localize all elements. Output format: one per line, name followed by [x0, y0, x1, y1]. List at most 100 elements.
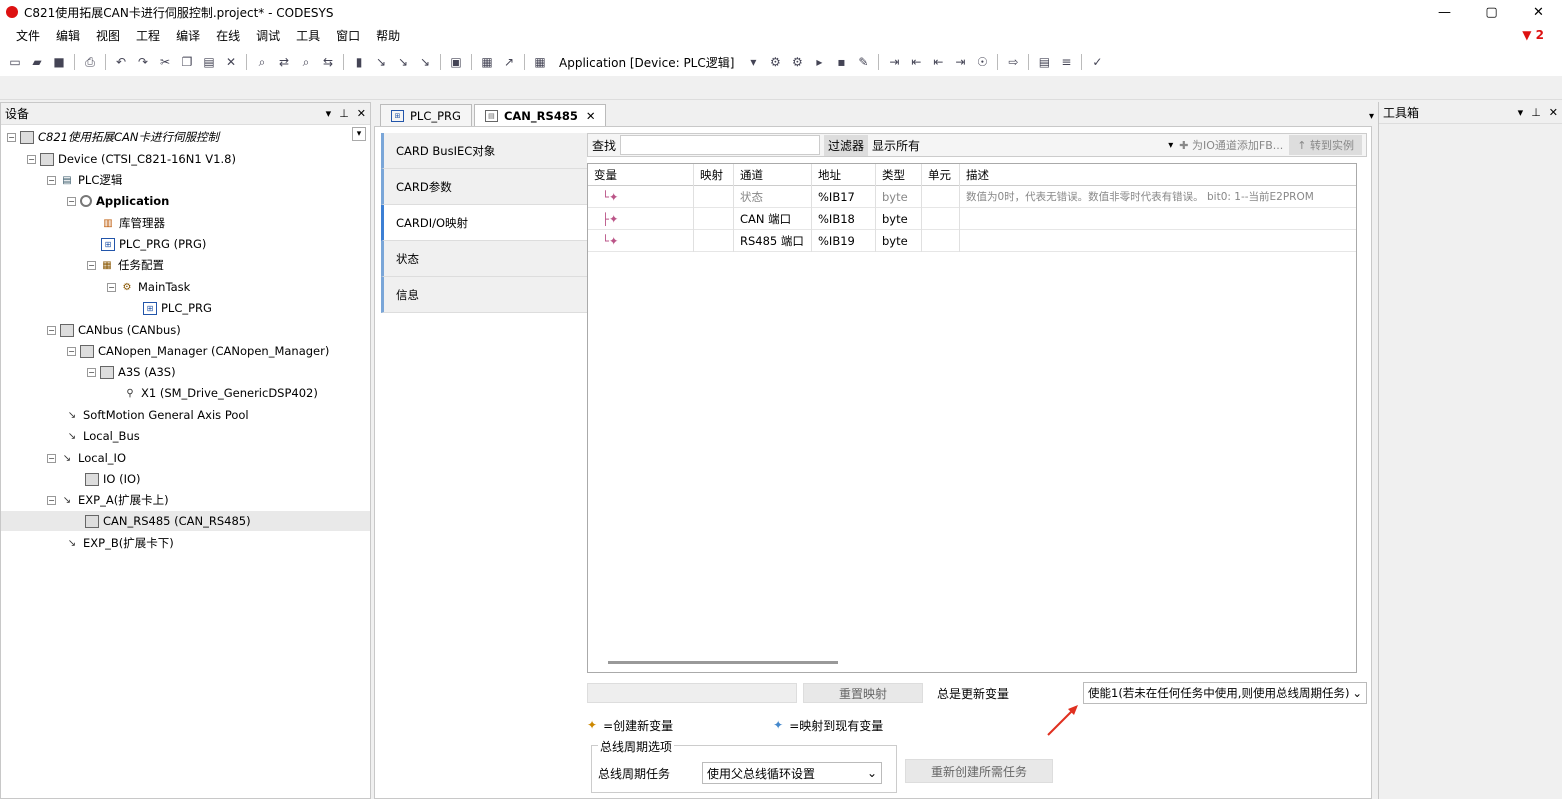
- build-icon[interactable]: ▦: [531, 54, 549, 70]
- tree-item-exp-b[interactable]: ↘ EXP_B(扩展卡下): [65, 533, 174, 553]
- window-icon[interactable]: ▣: [447, 54, 465, 70]
- tab-info[interactable]: 信息: [381, 277, 587, 313]
- col-address[interactable]: 地址: [812, 163, 876, 186]
- export-icon[interactable]: ↗: [500, 54, 518, 70]
- logout-icon[interactable]: ⚙: [788, 54, 806, 70]
- table-row[interactable]: └✦ RS485 端口 %IB19 byte: [588, 229, 1356, 252]
- pin-icon[interactable]: ⊥: [339, 107, 349, 120]
- close-icon[interactable]: ✕: [586, 109, 596, 123]
- delete-icon[interactable]: ✕: [222, 54, 240, 70]
- tree-item-plc-prg[interactable]: ⊞ PLC_PRG (PRG): [101, 234, 206, 254]
- cut-icon[interactable]: ✂: [156, 54, 174, 70]
- chevron-down-icon[interactable]: ▾: [744, 54, 762, 70]
- tree-item-x1[interactable]: ⚲ X1 (SM_Drive_GenericDSP402): [123, 383, 318, 403]
- col-channel[interactable]: 通道: [734, 163, 812, 186]
- run-to-cursor-icon[interactable]: ⇥: [951, 54, 969, 70]
- tab-list-chevron-icon[interactable]: ▾: [1369, 111, 1374, 122]
- tab-can-rs485[interactable]: ▤ CAN_RS485 ✕: [473, 104, 607, 126]
- stop-icon[interactable]: ▪: [832, 54, 850, 70]
- tree-item-device[interactable]: − Device (CTSI_C821-16N1 V1.8): [27, 149, 236, 169]
- breakpoint-icon[interactable]: ☉: [973, 54, 991, 70]
- close-icon[interactable]: ✕: [1549, 106, 1558, 119]
- undo-icon[interactable]: ↶: [112, 54, 130, 70]
- start-icon[interactable]: ▸: [810, 54, 828, 70]
- tree-item-plc-logic[interactable]: − ▤ PLC逻辑: [47, 170, 122, 190]
- tree-item-local-io[interactable]: − ↘ Local_IO: [47, 448, 126, 468]
- copy-icon[interactable]: ❐: [178, 54, 196, 70]
- table-row[interactable]: └✦ 状态 %IB17 byte 数值为0时，代表无错误。数值非零时代表有错误。…: [588, 185, 1356, 208]
- tree-item-can-rs485[interactable]: CAN_RS485 (CAN_RS485): [1, 511, 370, 531]
- menu-build[interactable]: 编译: [168, 24, 208, 48]
- bookmark-next-icon[interactable]: ↘: [372, 54, 390, 70]
- close-icon[interactable]: ✕: [357, 107, 366, 120]
- reset-icon[interactable]: ✎: [854, 54, 872, 70]
- find-icon[interactable]: ⌕: [253, 54, 271, 70]
- filter-select[interactable]: 显示所有: [868, 137, 1118, 154]
- col-description[interactable]: 描述: [960, 164, 1356, 186]
- new-icon[interactable]: ▭: [6, 54, 24, 70]
- write-values-icon[interactable]: ≡: [1057, 54, 1075, 70]
- tab-plc-prg[interactable]: ⊞ PLC_PRG: [380, 104, 472, 126]
- tree-item-softmotion-pool[interactable]: ↘ SoftMotion General Axis Pool: [65, 405, 249, 425]
- maximize-button[interactable]: ▢: [1468, 0, 1515, 24]
- panel-menu-chevron-icon[interactable]: ▾: [326, 107, 332, 120]
- menu-view[interactable]: 视图: [88, 24, 128, 48]
- paste-icon[interactable]: ▤: [200, 54, 218, 70]
- replace-icon[interactable]: ⇆: [319, 54, 337, 70]
- always-update-select[interactable]: 使能1(若未在任何任务中使用,则使用总线周期任务) ⌄: [1083, 682, 1367, 704]
- bookmark-prev-icon[interactable]: ↘: [394, 54, 412, 70]
- save-icon[interactable]: ■: [50, 54, 68, 70]
- login-icon[interactable]: ⚙: [766, 54, 784, 70]
- menu-debug[interactable]: 调试: [248, 24, 288, 48]
- close-button[interactable]: ✕: [1515, 0, 1562, 24]
- recreate-tasks-button[interactable]: 重新创建所需任务: [905, 759, 1053, 783]
- col-variable[interactable]: 变量: [588, 163, 694, 186]
- reset-mapping-button[interactable]: 重置映射: [803, 683, 923, 703]
- col-unit[interactable]: 单元: [922, 163, 960, 186]
- tree-item-a3s[interactable]: − A3S (A3S): [87, 362, 176, 382]
- menu-project[interactable]: 工程: [128, 24, 168, 48]
- tab-card-busiec[interactable]: CARD BusIEC对象: [381, 133, 587, 169]
- horizontal-scrollbar[interactable]: [592, 658, 1352, 666]
- step-over-icon[interactable]: ⇥: [885, 54, 903, 70]
- add-fb-button[interactable]: ✚ 为IO通道添加FB...: [1173, 137, 1289, 153]
- tree-item-io[interactable]: IO (IO): [85, 469, 141, 489]
- find-replace-icon[interactable]: ⇄: [275, 54, 293, 70]
- bookmark-clear-icon[interactable]: ↘: [416, 54, 434, 70]
- tree-item-canbus[interactable]: − CANbus (CANbus): [47, 320, 181, 340]
- goto-instance-button[interactable]: ↑ 转到实例: [1289, 135, 1362, 155]
- open-icon[interactable]: ▰: [28, 54, 46, 70]
- menu-file[interactable]: 文件: [8, 24, 48, 48]
- menu-edit[interactable]: 编辑: [48, 24, 88, 48]
- layout-icon[interactable]: ▦: [478, 54, 496, 70]
- force-icon[interactable]: ▤: [1035, 54, 1053, 70]
- tree-item-library-manager[interactable]: ▥ 库管理器: [101, 213, 165, 233]
- tab-card-io-mapping[interactable]: CARDI/O映射: [381, 205, 587, 241]
- find-input[interactable]: [620, 135, 821, 155]
- tree-item-canopen-manager[interactable]: − CANopen_Manager (CANopen_Manager): [67, 341, 329, 361]
- tree-item-project[interactable]: − C821使用拓展CAN卡进行伺服控制: [7, 127, 219, 147]
- active-application-selector[interactable]: Application [Device: PLC逻辑]: [555, 52, 739, 72]
- pin-icon[interactable]: ⊥: [1531, 106, 1541, 119]
- minimize-button[interactable]: —: [1421, 0, 1468, 24]
- menu-online[interactable]: 在线: [208, 24, 248, 48]
- menu-window[interactable]: 窗口: [328, 24, 368, 48]
- table-row[interactable]: ├✦ CAN 端口 %IB18 byte: [588, 207, 1356, 230]
- message-alert-icon[interactable]: ▼ 2: [1522, 28, 1544, 42]
- bookmark-icon[interactable]: ▮: [350, 54, 368, 70]
- tree-dropdown-chevron-icon[interactable]: ▾: [352, 127, 366, 141]
- tree-item-plc-prg-call[interactable]: ⊞ PLC_PRG: [143, 298, 212, 318]
- tree-item-application[interactable]: − Application: [67, 191, 169, 211]
- step-out-icon[interactable]: ⇤: [929, 54, 947, 70]
- tree-item-local-bus[interactable]: ↘ Local_Bus: [65, 426, 140, 446]
- menu-tools[interactable]: 工具: [288, 24, 328, 48]
- check-icon[interactable]: ✓: [1088, 54, 1106, 70]
- tab-status[interactable]: 状态: [381, 241, 587, 277]
- menu-help[interactable]: 帮助: [368, 24, 408, 48]
- tab-card-params[interactable]: CARD参数: [381, 169, 587, 205]
- step-into-icon[interactable]: ⇤: [907, 54, 925, 70]
- bus-cycle-task-select[interactable]: 使用父总线循环设置 ⌄: [702, 762, 883, 784]
- find-next-icon[interactable]: ⌕: [297, 54, 315, 70]
- panel-menu-chevron-icon[interactable]: ▾: [1518, 106, 1524, 119]
- redo-icon[interactable]: ↷: [134, 54, 152, 70]
